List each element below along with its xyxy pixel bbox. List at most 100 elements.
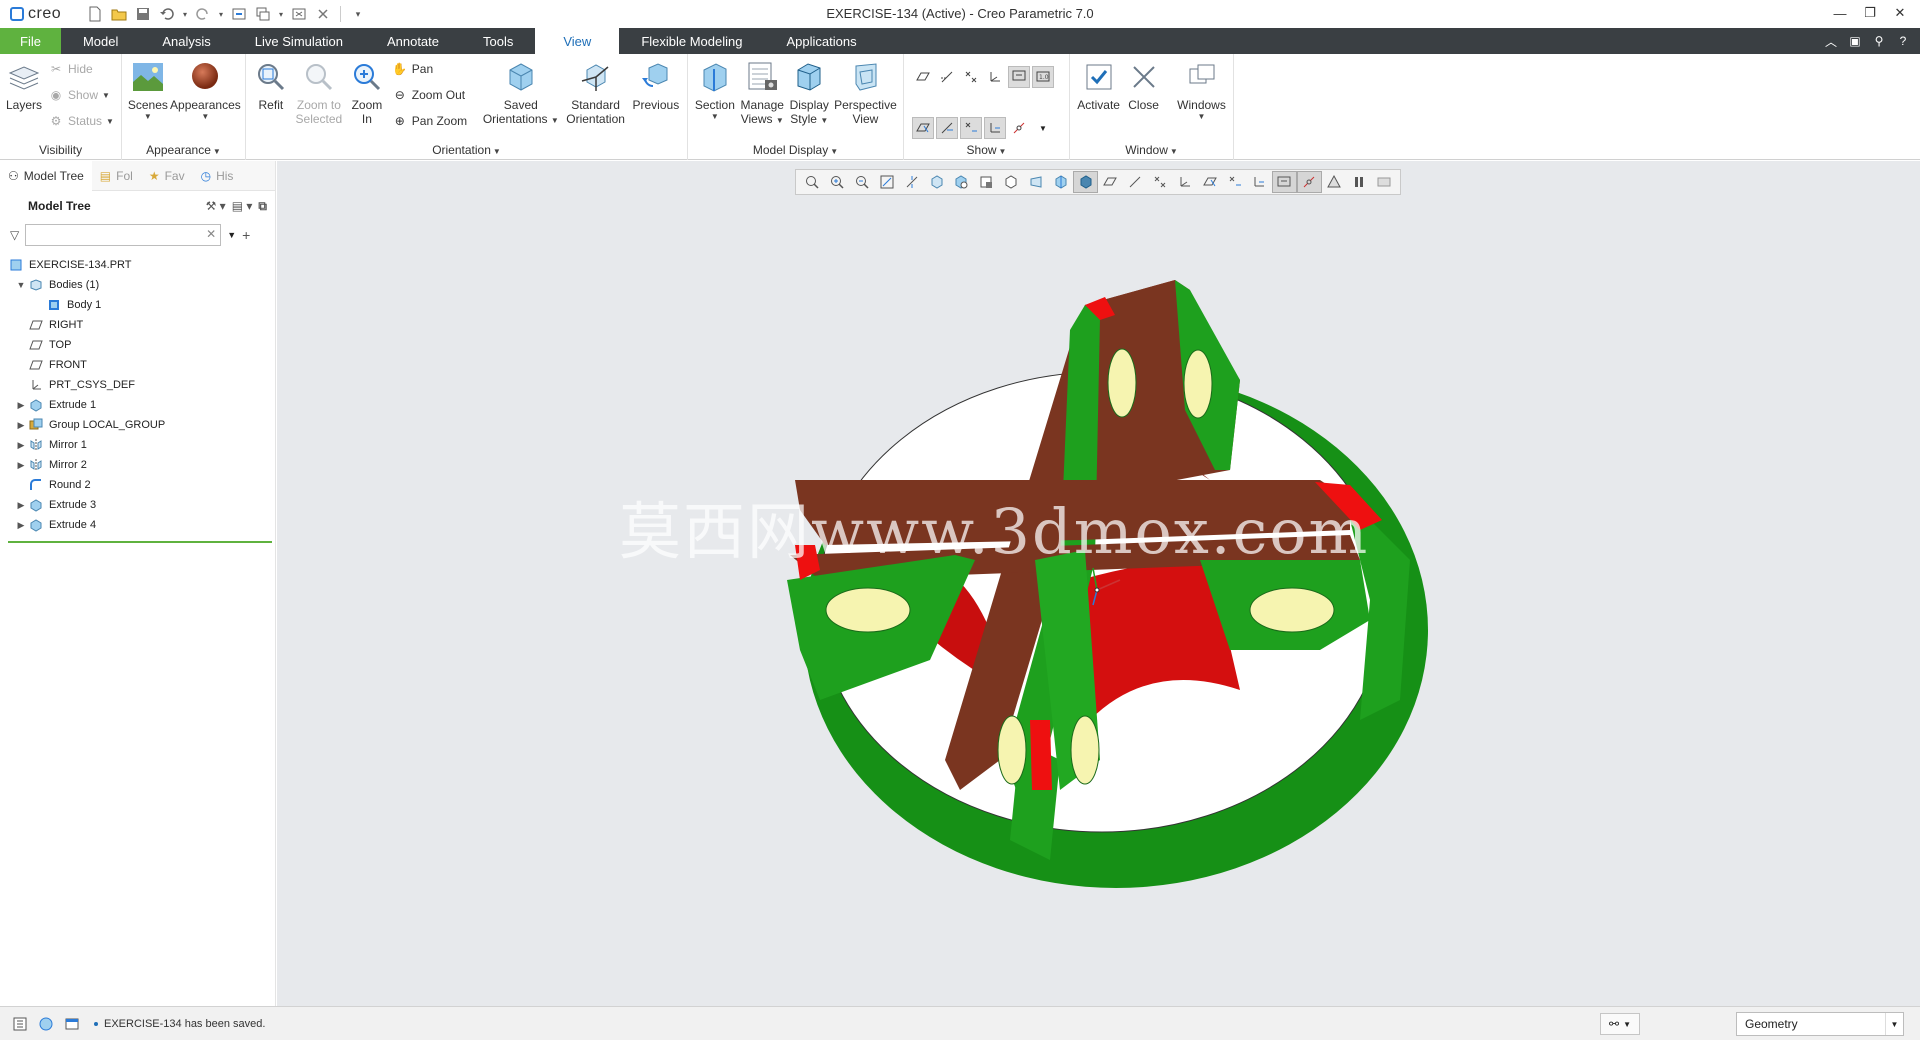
csys-display-icon[interactable] — [984, 66, 1006, 88]
point-tag-icon[interactable] — [1222, 171, 1247, 193]
close-model-icon[interactable] — [312, 4, 334, 24]
plane-tag-icon[interactable] — [1197, 171, 1222, 193]
minimize-button[interactable]: — — [1826, 2, 1854, 24]
full-screen-icon[interactable] — [62, 1014, 82, 1034]
expand-icon[interactable]: ▶ — [14, 500, 28, 511]
tree-filter-settings-icon[interactable]: ⧉ — [258, 199, 267, 214]
annotation-display-icon[interactable] — [1008, 66, 1030, 88]
minimize-ribbon-icon[interactable]: ︿ — [1822, 32, 1840, 50]
show-group-label[interactable]: Show ▼ — [904, 143, 1069, 157]
redo-icon[interactable] — [192, 4, 214, 24]
tab-model[interactable]: Model — [61, 28, 140, 54]
tab-applications[interactable]: Applications — [764, 28, 878, 54]
display-style-icon[interactable] — [999, 171, 1024, 193]
pause-icon[interactable] — [1346, 171, 1371, 193]
spin-center-display-icon[interactable] — [1008, 117, 1030, 139]
close-button[interactable]: ✕ — [1886, 2, 1914, 24]
open-folder-icon[interactable] — [108, 4, 130, 24]
point-display-icon[interactable] — [960, 66, 982, 88]
close-window-icon[interactable] — [288, 4, 310, 24]
new-file-icon[interactable] — [84, 4, 106, 24]
windows-switch-dropdown-icon[interactable]: ▾ — [276, 4, 286, 24]
tree-item[interactable]: Round 2 — [0, 475, 275, 495]
tab-history[interactable]: ◷ His — [193, 161, 242, 191]
tab-flexible-modeling[interactable]: Flexible Modeling — [619, 28, 764, 54]
plane-tag-display-icon[interactable] — [912, 117, 934, 139]
clear-search-icon[interactable]: ✕ — [206, 227, 216, 241]
tree-item[interactable]: ▶ Mirror 2 — [0, 455, 275, 475]
tree-item[interactable]: Body 1 — [0, 295, 275, 315]
csys-tag-icon[interactable] — [1247, 171, 1272, 193]
tree-item[interactable]: ▶ Extrude 1 — [0, 395, 275, 415]
tab-live-simulation[interactable]: Live Simulation — [233, 28, 365, 54]
tree-item[interactable]: EXERCISE-134.PRT — [0, 255, 275, 275]
tree-item[interactable]: ▶ Extrude 4 — [0, 515, 275, 535]
window-group-label[interactable]: Window ▼ — [1070, 143, 1233, 157]
tab-view[interactable]: View — [535, 28, 620, 54]
tab-favorites[interactable]: ★ Fav — [141, 161, 193, 191]
tree-item[interactable]: ▶ Mirror 1 — [0, 435, 275, 455]
appearance-group-label[interactable]: Appearance ▼ — [122, 143, 245, 157]
zoom-in-icon[interactable] — [825, 171, 850, 193]
axis-tag-display-icon[interactable] — [936, 117, 958, 139]
zoom-out-button[interactable]: ⊖ Zoom Out — [392, 84, 467, 106]
saved-orientations-icon[interactable] — [924, 171, 949, 193]
shading-edges-icon[interactable] — [1073, 171, 1099, 193]
tree-item[interactable]: ▶ Extrude 3 — [0, 495, 275, 515]
axis-display-icon[interactable] — [936, 66, 958, 88]
graphics-window[interactable]: 莫西网www.3dmox.com — [277, 161, 1920, 1006]
expand-icon[interactable]: ▶ — [14, 400, 28, 411]
search-help-icon[interactable]: ⚲ — [1870, 32, 1888, 50]
toolbar-collapse-icon[interactable] — [1371, 171, 1396, 193]
tab-folder-browser[interactable]: ▤ Fol — [92, 161, 141, 191]
perspective-icon[interactable] — [1023, 171, 1048, 193]
expand-icon[interactable]: ▶ — [14, 420, 28, 431]
expand-icon[interactable]: ▶ — [14, 520, 28, 531]
status-button[interactable]: ⚙ Status ▼ — [48, 110, 114, 132]
view-manager-icon[interactable] — [949, 171, 974, 193]
csys-display-icon[interactable] — [1173, 171, 1198, 193]
redo-dropdown-icon[interactable]: ▾ — [216, 4, 226, 24]
orientation-group-label[interactable]: Orientation ▼ — [246, 143, 687, 157]
dimension-display-icon[interactable]: 1.0 — [1032, 66, 1054, 88]
tree-item[interactable]: FRONT — [0, 355, 275, 375]
browser-toggle-icon[interactable] — [36, 1014, 56, 1034]
tab-annotate[interactable]: Annotate — [365, 28, 461, 54]
zoom-out-icon[interactable] — [850, 171, 875, 193]
tab-analysis[interactable]: Analysis — [140, 28, 232, 54]
plane-display-icon[interactable] — [1098, 171, 1123, 193]
expand-icon[interactable]: ▶ — [14, 460, 28, 471]
tree-item[interactable]: ▶ Group LOCAL_GROUP — [0, 415, 275, 435]
tab-model-tree[interactable]: ⚇ Model Tree — [0, 160, 92, 191]
tree-item[interactable]: TOP — [0, 335, 275, 355]
add-filter-icon[interactable]: + — [242, 227, 250, 243]
tab-file[interactable]: File — [0, 28, 61, 54]
view-settings-icon[interactable] — [974, 171, 999, 193]
plane-display-icon[interactable] — [912, 66, 934, 88]
refit-icon[interactable] — [800, 171, 825, 193]
pan-zoom-button[interactable]: ⊕ Pan Zoom — [392, 110, 467, 132]
undo-icon[interactable] — [156, 4, 178, 24]
tree-item[interactable]: ▼ Bodies (1) — [0, 275, 275, 295]
csys-tag-display-icon[interactable] — [984, 117, 1006, 139]
point-display-icon[interactable] — [1148, 171, 1173, 193]
undo-dropdown-icon[interactable]: ▾ — [180, 4, 190, 24]
tree-search-input[interactable] — [25, 224, 222, 246]
annotation-display-icon[interactable] — [1271, 171, 1297, 193]
collapse-icon[interactable]: ▼ — [14, 280, 28, 290]
spin-center-icon[interactable] — [899, 171, 924, 193]
show-more-dropdown-icon[interactable]: ▼ — [1032, 117, 1054, 139]
help-icon[interactable]: ? — [1894, 32, 1912, 50]
tree-settings-icon[interactable]: ⚒ ▾ — [206, 199, 226, 214]
tree-item[interactable]: RIGHT — [0, 315, 275, 335]
show-button[interactable]: ◉ Show ▼ — [48, 84, 114, 106]
window-tile-icon[interactable]: ▣ — [1846, 32, 1864, 50]
section-view-icon[interactable] — [1048, 171, 1073, 193]
spin-center-toggle-icon[interactable] — [1296, 171, 1322, 193]
regenerate-icon[interactable] — [228, 4, 250, 24]
expand-icon[interactable]: ▶ — [14, 440, 28, 451]
point-tag-display-icon[interactable] — [960, 117, 982, 139]
hide-button[interactable]: ✂ Hide — [48, 58, 114, 80]
pan-button[interactable]: ✋ Pan — [392, 58, 467, 80]
tree-item[interactable]: PRT_CSYS_DEF — [0, 375, 275, 395]
